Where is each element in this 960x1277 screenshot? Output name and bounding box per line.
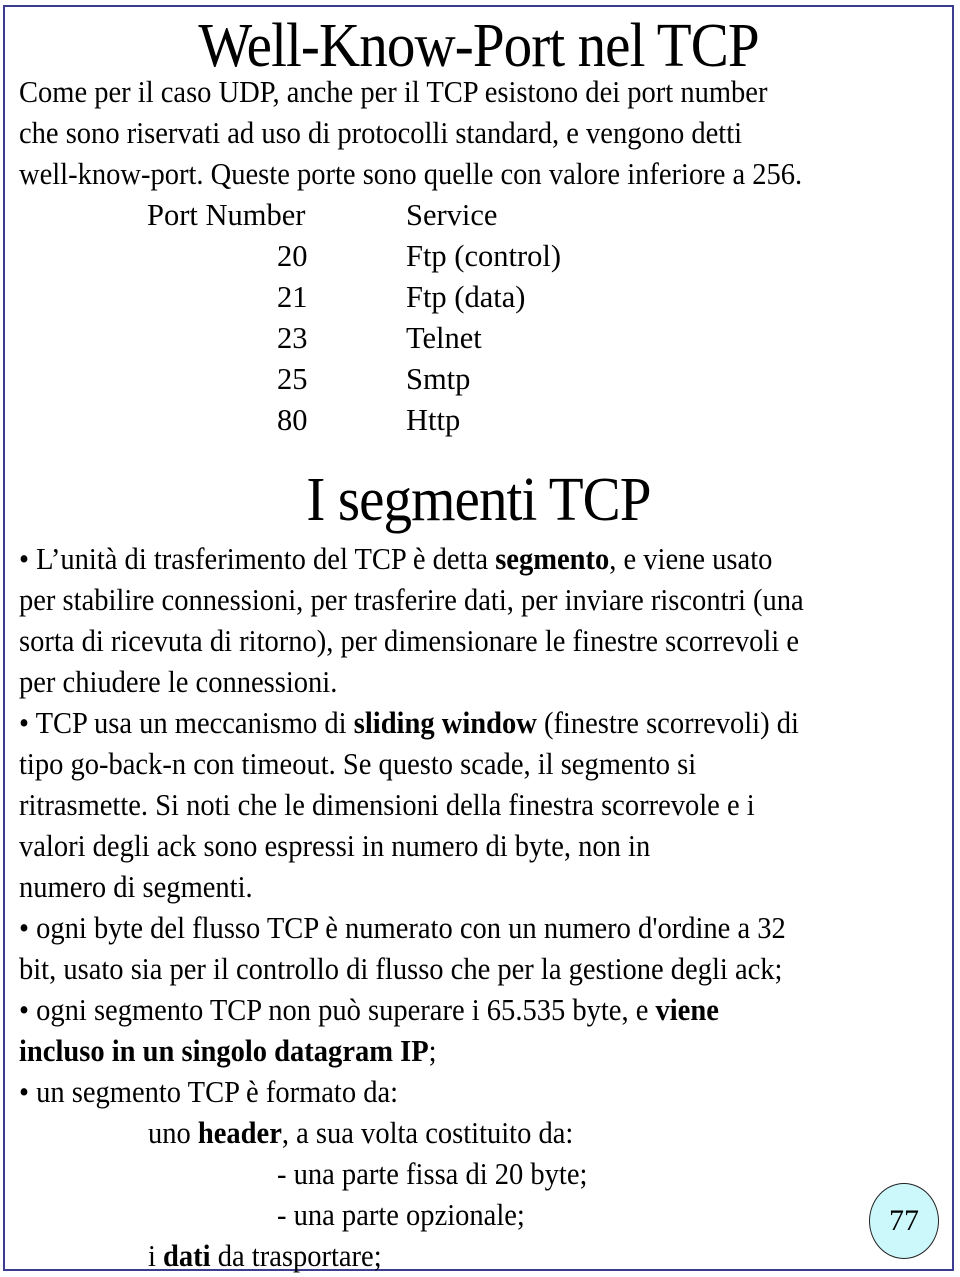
bullet-segment-format: • un segmento TCP è formato da: [19, 1075, 399, 1109]
text-run: • TCP usa un meccanismo di [19, 706, 354, 740]
page-number-badge: 77 [869, 1183, 939, 1259]
port-number: 25 [277, 362, 308, 396]
slide: Well-Know-Port nel TCP Come per il caso … [3, 5, 954, 1271]
bullet-sliding-window: • TCP usa un meccanismo di sliding windo… [19, 708, 799, 739]
intro-line: well-know-port. Queste porte sono quelle… [19, 157, 803, 191]
service-name: Http [406, 403, 461, 437]
bold-term: sliding window [353, 706, 537, 740]
bold-term: viene [655, 993, 719, 1027]
bold-term: segmento [495, 542, 610, 576]
bold-term: dati [163, 1239, 211, 1273]
slide-title-well-known-ports: Well-Know-Port nel TCP [198, 12, 759, 80]
sub-sub-item-fixed-part: - una parte fissa di 20 byte; [277, 1157, 588, 1191]
bullet-line: valori degli ack sono espressi in numero… [19, 829, 651, 863]
bullet-line: numero di segmenti. [19, 870, 253, 904]
text-run: uno [148, 1116, 198, 1150]
bullet-max-size: • ogni segmento TCP non può superare i 6… [19, 995, 719, 1026]
text-run: ; [428, 1034, 437, 1068]
bullet-segment-definition: • L’unità di trasferimento del TCP è det… [19, 544, 772, 575]
intro-line: che sono riservati ad uso di protocolli … [19, 116, 743, 150]
bullet-line: incluso in un singolo datagram IP; [19, 1036, 437, 1067]
text-run: , e viene usato [609, 542, 773, 576]
text-run: , a sua volta costituito da: [281, 1116, 574, 1150]
slide-title-tcp-segments: I segmenti TCP [306, 466, 651, 534]
text-run: da trasportare; [210, 1239, 382, 1273]
bullet-byte-numbering: • ogni byte del flusso TCP è numerato co… [19, 911, 786, 945]
bullet-line: tipo go-back-n con timeout. Se questo sc… [19, 747, 697, 781]
text-run: • L’unità di trasferimento del TCP è det… [19, 542, 496, 576]
sub-item-data: i dati da trasportare; [148, 1241, 382, 1272]
service-name: Smtp [406, 362, 471, 396]
bold-term: header [197, 1116, 282, 1150]
port-number-header: Port Number [147, 198, 306, 232]
service-name: Ftp (data) [406, 280, 526, 314]
sub-item-header: uno header, a sua volta costituito da: [148, 1118, 573, 1149]
bullet-line: ritrasmette. Si noti che le dimensioni d… [19, 788, 755, 822]
bullet-line: bit, usato sia per il controllo di fluss… [19, 952, 783, 986]
port-number: 80 [277, 403, 308, 437]
bullet-line: sorta di ricevuta di ritorno), per dimen… [19, 624, 799, 658]
text-run: (finestre scorrevoli) di [536, 706, 799, 740]
service-name: Telnet [406, 321, 482, 355]
service-header: Service [406, 198, 498, 232]
bold-term: incluso in un singolo datagram IP [19, 1034, 429, 1068]
bullet-line: per stabilire connessioni, per trasferir… [19, 583, 804, 617]
sub-sub-item-optional-part: - una parte opzionale; [277, 1198, 525, 1232]
bullet-line: per chiudere le connessioni. [19, 665, 338, 699]
port-number: 20 [277, 239, 308, 273]
port-number: 21 [277, 280, 308, 314]
page-number: 77 [889, 1204, 919, 1237]
intro-line: Come per il caso UDP, anche per il TCP e… [19, 75, 768, 109]
port-number: 23 [277, 321, 308, 355]
text-run: • ogni segmento TCP non può superare i 6… [19, 993, 656, 1027]
text-run: i [148, 1239, 164, 1273]
service-name: Ftp (control) [406, 239, 562, 273]
